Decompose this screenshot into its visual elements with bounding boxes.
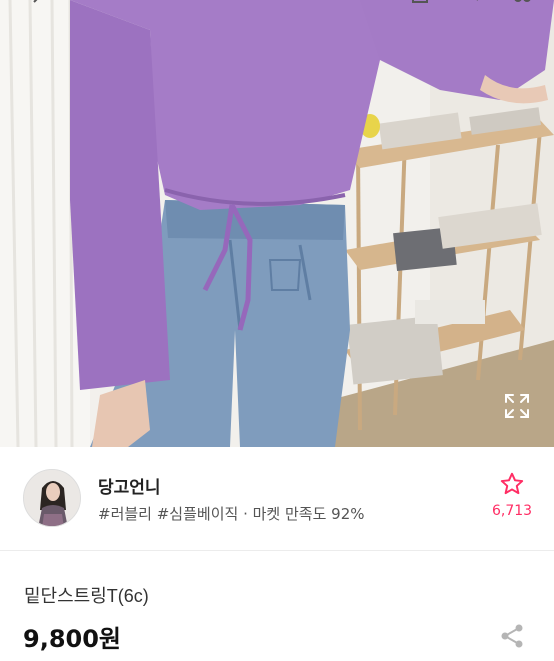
seller-tags: #러블리 #심플베이직 · 마켓 만족도 92% [98,505,365,523]
search-icon[interactable] [466,0,486,8]
product-price: 9,800원 [23,625,121,653]
top-icon-bar [0,0,554,10]
expand-icon[interactable] [504,393,530,419]
seller-avatar-image [24,470,80,526]
like-count: 6,713 [492,503,533,519]
product-info: 밑단스트링T(6c) 9,800원 [0,551,554,661]
product-name: 밑단스트링T(6c) [24,586,149,606]
star-icon [500,472,524,495]
product-image [0,0,554,447]
seller-row[interactable]: 당고언니 #러블리 #심플베이직 · 마켓 만족도 92% 6,713 [0,447,554,551]
avatar[interactable] [23,469,81,527]
product-photo[interactable] [0,0,554,447]
share-icon[interactable] [500,623,524,649]
seller-name[interactable]: 당고언니 [98,473,161,498]
like-button[interactable]: 6,713 [492,471,532,519]
cart-icon[interactable] [512,0,532,8]
back-icon[interactable] [30,0,50,8]
home-icon[interactable] [410,0,430,8]
